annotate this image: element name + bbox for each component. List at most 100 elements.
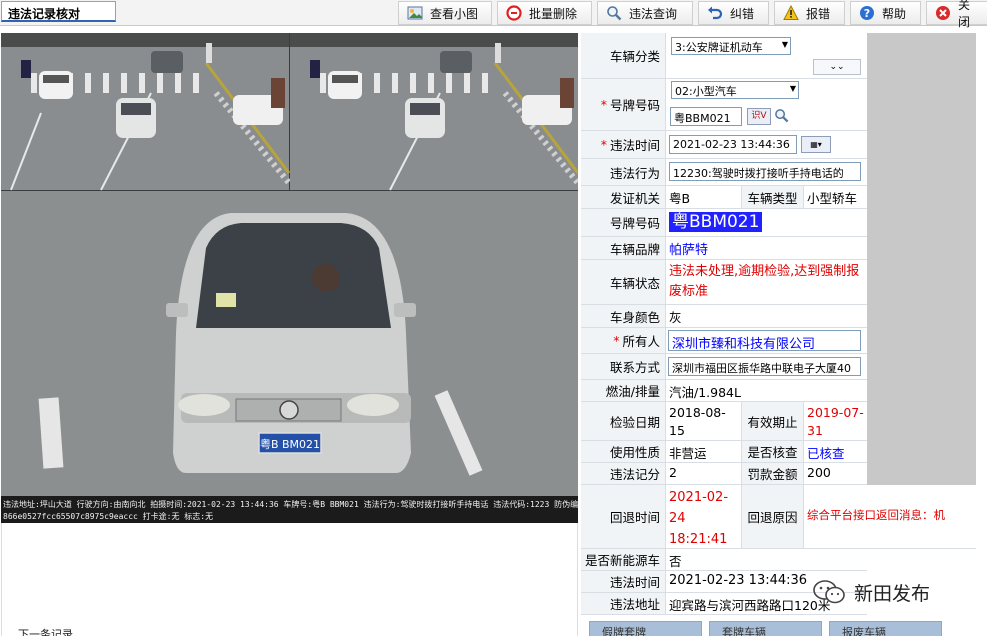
owner-label: 所有人	[622, 334, 660, 349]
closeup-frame: 粤B BM021	[1, 191, 578, 496]
status-label: 车辆状态	[609, 275, 660, 291]
vehicle-category-label: 车辆分类	[609, 49, 660, 64]
watermark: 新田发布	[812, 578, 930, 606]
plate-number-label: 号牌号码	[609, 216, 660, 231]
return-time-value: 2021-02-24 18:21:41	[666, 485, 742, 549]
warning-icon	[783, 5, 799, 21]
return-reason-label: 回退原因	[747, 510, 798, 525]
row-fuel: 燃油/排量 汽油/1.984L	[581, 380, 867, 402]
batch-delete-button[interactable]: 批量删除	[497, 1, 592, 25]
expand-button[interactable]: ⌄⌄	[813, 59, 861, 75]
correct-error-button[interactable]: 纠错	[698, 1, 769, 25]
verified-value: 已核查	[804, 441, 867, 463]
correct-error-label: 纠错	[730, 6, 755, 21]
violation-photo[interactable]: 粤B BM021 违法地址:坪山大道 行驶方向:由南向北 拍摄时间:2021-0…	[1, 33, 578, 523]
front-plate-text: 粤B BM021	[260, 437, 320, 451]
owner-input[interactable]: 深圳市臻和科技有限公司	[668, 330, 861, 351]
row-contact: 联系方式 深圳市福田区振华路中联电子大厦40	[581, 354, 867, 380]
help-icon: ?	[859, 5, 875, 21]
cloned-plate-button[interactable]: 套牌车辆	[709, 621, 822, 636]
violation-review-window: 违法记录核对 查看小图 批量删除 违法查询 纠错 报错 ? 帮助 关闭 粤B B…	[0, 0, 987, 636]
view-thumbnail-button[interactable]: 查看小图	[398, 1, 492, 25]
body-color-value: 灰	[666, 305, 867, 328]
fake-plate-button[interactable]: 假牌套牌	[589, 621, 702, 636]
double-chevron-down-icon: ⌄⌄	[829, 62, 845, 72]
calendar-button[interactable]: ▦▾	[801, 136, 831, 153]
photo-caption-line2: 866e0527fcc65507c8975c9eaccc 打卡途:无 标志:无	[3, 511, 213, 521]
violation-address-label: 违法地址	[609, 597, 660, 612]
return-time-label: 回退时间	[609, 510, 660, 525]
fuel-label: 燃油/排量	[605, 384, 660, 399]
scrapped-vehicle-button[interactable]: 报废车辆	[829, 621, 942, 636]
violation-query-button[interactable]: 违法查询	[597, 1, 693, 25]
plate-type-label: 号牌号码	[609, 98, 660, 113]
status-value: 违法未处理,逾期检验,达到强制报废标准	[666, 260, 867, 305]
vehicle-category-select[interactable]: 3:公安牌证机动车 ▼	[671, 37, 791, 55]
row-new-energy: 是否新能源车 否	[581, 549, 867, 571]
plate-input[interactable]: 粤BBM021	[670, 107, 742, 126]
view-thumbnail-label: 查看小图	[430, 6, 479, 21]
top-left-frame	[1, 33, 292, 191]
chat-bubble-icon	[813, 580, 845, 604]
required-mark: *	[600, 137, 607, 152]
plate-recognize-icon: 识V	[751, 111, 767, 121]
toolbar: 违法记录核对 查看小图 批量删除 违法查询 纠错 报错 ? 帮助 关闭	[0, 0, 987, 29]
row-violation-time: * 违法时间 2021-02-23 13:44:36 ▦▾	[581, 131, 867, 159]
plate-type-select[interactable]: 02:小型汽车 ▼	[671, 81, 799, 99]
body-color-label: 车身颜色	[609, 309, 660, 325]
top-right-frame	[290, 33, 578, 191]
required-mark: *	[600, 97, 607, 112]
brand-label: 车辆品牌	[609, 241, 660, 257]
row-status: 车辆状态 违法未处理,逾期检验,达到强制报废标准	[581, 260, 867, 305]
batch-delete-label: 批量删除	[529, 6, 578, 21]
contact-label: 联系方式	[609, 360, 660, 375]
watermark-text: 新田发布	[854, 582, 931, 605]
delete-circle-icon	[506, 5, 522, 21]
violation-act-input[interactable]: 12230:驾驶时拨打接听手持电话的	[669, 162, 861, 181]
return-reason-value: 综合平台接口返回消息：机	[804, 485, 976, 549]
violation-act-label: 违法行为	[609, 165, 660, 181]
contact-input[interactable]: 深圳市福田区振华路中联电子大厦40	[668, 357, 861, 376]
row-authority-type: 发证机关 粤B 车辆类型 小型轿车	[581, 186, 867, 209]
row-plate-number: 号牌号码 粤BBM021	[581, 209, 867, 237]
plate-lookup-button[interactable]: 识V	[747, 108, 771, 125]
close-icon	[935, 5, 951, 21]
chevron-down-icon: ▼	[789, 84, 796, 93]
row-usage: 使用性质 非营运 是否核查 已核查	[581, 441, 867, 463]
close-button[interactable]: 关闭	[926, 0, 987, 29]
inspection-date-value: 2018-08-15 00:00:00	[666, 402, 742, 456]
close-label: 关闭	[958, 0, 971, 29]
verified-label: 是否核查	[747, 445, 798, 460]
vehicle-type-value: 小型轿车	[804, 186, 867, 209]
vehicle-type-label: 车辆类型	[747, 190, 798, 206]
usage-value: 非营运	[666, 441, 742, 463]
image-view-icon	[407, 5, 423, 21]
points-value: 2	[666, 463, 742, 485]
plate-number-value: 粤BBM021	[669, 212, 763, 232]
window-title-tab[interactable]: 违法记录核对	[1, 1, 116, 22]
violation-time-label: 违法时间	[609, 138, 660, 153]
new-energy-value: 否	[666, 549, 867, 571]
calendar-icon: ▦▾	[810, 140, 822, 149]
help-label: 帮助	[882, 6, 907, 21]
violation-query-label: 违法查询	[629, 6, 678, 21]
report-error-label: 报错	[806, 6, 831, 21]
search-icon[interactable]	[774, 108, 789, 126]
brand-value: 帕萨特	[666, 237, 867, 260]
inspection-date-label: 检验日期	[609, 414, 660, 430]
row-return: 回退时间 2021-02-24 18:21:41 回退原因 综合平台接口返回消息…	[581, 485, 976, 549]
right-gutter	[867, 33, 976, 485]
chevron-down-icon: ▼	[781, 40, 788, 49]
report-error-button[interactable]: 报错	[774, 1, 845, 25]
search-icon	[606, 5, 622, 21]
points-label: 违法记分	[609, 467, 660, 482]
violation-time-input[interactable]: 2021-02-23 13:44:36	[669, 135, 797, 154]
usage-label: 使用性质	[609, 445, 660, 460]
footer-text: 下一条记录	[18, 628, 73, 636]
row-violation-act: 违法行为 12230:驾驶时拨打接听手持电话的	[581, 159, 867, 186]
row-owner: * 所有人 深圳市臻和科技有限公司	[581, 328, 867, 354]
violation-photo-image: 粤B BM021 违法地址:坪山大道 行驶方向:由南向北 拍摄时间:2021-0…	[1, 33, 578, 523]
help-button[interactable]: ? 帮助	[850, 1, 921, 25]
row-body-color: 车身颜色 灰	[581, 305, 867, 328]
new-energy-label: 是否新能源车	[584, 553, 660, 568]
